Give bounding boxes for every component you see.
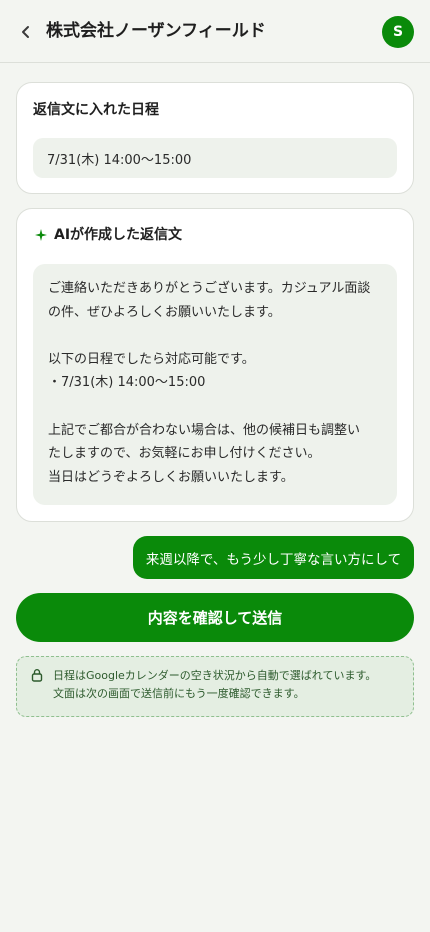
reply-line: ご連絡いただきありがとうございます。カジュアル面談 — [48, 281, 371, 296]
app-header: 株式会社ノーザンフィールド S — [0, 0, 430, 63]
page-title: 株式会社ノーザンフィールド — [46, 21, 266, 41]
back-button[interactable] — [14, 20, 38, 44]
reply-line: の件、ぜひよろしくお願いいたします。 — [48, 304, 281, 320]
ai-card-title: AIが作成した返信文 — [54, 227, 183, 243]
sparkle-icon — [35, 229, 47, 241]
schedule-card-title: 返信文に入れた日程 — [33, 102, 159, 118]
lock-icon — [31, 669, 43, 682]
schedule-slot: 7/31(木) 14:00〜15:00 — [33, 138, 397, 178]
info-notice: 日程はGoogleカレンダーの空き状況から自動で選ばれています。 文面は次の画面… — [16, 656, 414, 717]
reply-line: たしますので、お気軽にお申し付けください。 — [48, 446, 321, 462]
notice-text: 日程はGoogleカレンダーの空き状況から自動で選ばれています。 文面は次の画面… — [53, 667, 376, 703]
ai-reply-card: AIが作成した返信文 ご連絡いただきありがとうございます。カジュアル面談 の件、… — [16, 208, 414, 522]
reply-line: 以下の日程でしたら対応可能です。 — [48, 351, 255, 367]
notice-line: 日程はGoogleカレンダーの空き状況から自動で選ばれています。 — [53, 669, 377, 682]
confirm-send-button[interactable]: 内容を確認して送信 — [16, 593, 414, 642]
chevron-left-icon — [22, 26, 29, 38]
user-message-bubble: 来週以降で、もう少し丁寧な言い方にして — [133, 536, 414, 579]
avatar[interactable]: S — [382, 16, 414, 48]
reply-line: 上記でご都合が合わない場合は、他の候補日も調整い — [48, 422, 361, 438]
reply-line: 当日はどうぞよろしくお願いいたします。 — [48, 469, 294, 485]
reply-line: ・7/31(木) 14:00〜15:00 — [48, 375, 206, 391]
ai-reply-text: ご連絡いただきありがとうございます。カジュアル面談 の件、ぜひよろしくお願いいた… — [33, 264, 397, 505]
schedule-card: 返信文に入れた日程 7/31(木) 14:00〜15:00 — [16, 82, 414, 194]
notice-line: 文面は次の画面で送信前にもう一度確認できます。 — [53, 687, 305, 700]
